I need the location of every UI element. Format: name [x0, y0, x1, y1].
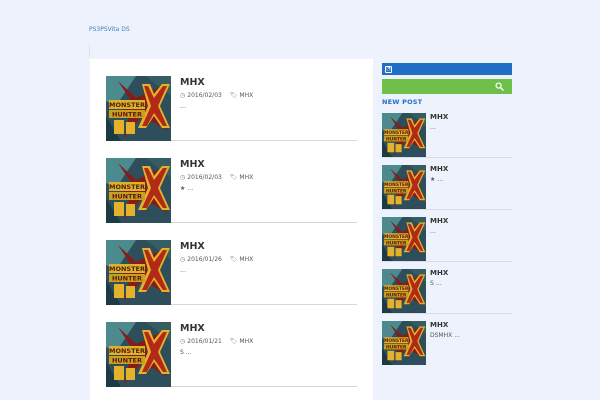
new-post-excerpt: DSMHX …: [430, 332, 461, 339]
article-list: MHX ◷ 2016/02/03 🏷 MHX … MHX ◷ 2016/02/03 🏷…: [90, 59, 373, 400]
article-excerpt: ★ …: [180, 185, 194, 192]
article-tag-link[interactable]: MHX: [239, 338, 253, 345]
article-title-link[interactable]: MHX: [180, 77, 205, 88]
article-date: 2016/02/03: [187, 174, 222, 181]
article-thumbnail[interactable]: [106, 76, 171, 141]
new-post-title-link[interactable]: MHX: [430, 321, 448, 329]
new-post-excerpt: …: [430, 124, 436, 131]
new-post-thumbnail[interactable]: [382, 269, 426, 313]
tag-icon: 🏷: [229, 174, 238, 181]
new-post-item: MHX ★ …: [382, 165, 512, 210]
article-thumbnail[interactable]: [106, 322, 171, 387]
article-meta: ◷ 2016/01/21 🏷 MHX: [180, 338, 253, 345]
clock-icon: ◷: [180, 92, 186, 99]
article-excerpt: …: [180, 267, 186, 274]
new-post-item: MHX …: [382, 113, 512, 158]
site-title-link[interactable]: PS3PSVita DS: [89, 26, 130, 33]
new-post-thumbnail[interactable]: [382, 165, 426, 209]
new-post-excerpt: …: [430, 228, 436, 235]
article-thumbnail[interactable]: [106, 158, 171, 223]
article-excerpt: S …: [180, 349, 192, 356]
clock-icon: ◷: [180, 256, 186, 263]
article-thumbnail[interactable]: [106, 240, 171, 305]
new-post-title-link[interactable]: MHX: [430, 113, 448, 121]
tag-icon: 🏷: [229, 92, 238, 99]
article-date: 2016/01/21: [187, 338, 222, 345]
article-card: MHX ◷ 2016/01/21 🏷 MHX S …: [106, 305, 357, 387]
tag-icon: 🏷: [229, 338, 238, 345]
article-tag-link[interactable]: MHX: [239, 174, 253, 181]
new-post-item: MHX DSMHX …: [382, 321, 512, 366]
new-post-heading: NEW POST: [382, 98, 423, 106]
article-excerpt: …: [180, 103, 186, 110]
article-card: MHX ◷ 2016/02/03 🏷 MHX ★ …: [106, 141, 357, 223]
header-divider: [89, 44, 90, 57]
new-post-thumbnail[interactable]: [382, 217, 426, 261]
new-post-item: MHX …: [382, 217, 512, 262]
rss-feed-button[interactable]: ◔: [382, 63, 512, 75]
new-post-title-link[interactable]: MHX: [430, 165, 448, 173]
article-meta: ◷ 2016/02/03 🏷 MHX: [180, 92, 253, 99]
article-date: 2016/01/26: [187, 256, 222, 263]
article-meta: ◷ 2016/02/03 🏷 MHX: [180, 174, 253, 181]
article-card: MHX ◷ 2016/01/26 🏷 MHX …: [106, 223, 357, 305]
rss-icon: ◔: [385, 65, 392, 73]
article-card: MHX ◷ 2016/02/03 🏷 MHX …: [106, 59, 357, 141]
article-tag-link[interactable]: MHX: [239, 256, 253, 263]
clock-icon: ◷: [180, 174, 186, 181]
new-post-thumbnail[interactable]: [382, 113, 426, 157]
new-post-excerpt: ★ …: [430, 176, 444, 183]
clock-icon: ◷: [180, 338, 186, 345]
new-post-excerpt: S …: [430, 280, 442, 287]
new-post-thumbnail[interactable]: [382, 321, 426, 365]
article-meta: ◷ 2016/01/26 🏷 MHX: [180, 256, 253, 263]
article-title-link[interactable]: MHX: [180, 159, 205, 170]
new-post-item: MHX S …: [382, 269, 512, 314]
tag-icon: 🏷: [229, 256, 238, 263]
search-box[interactable]: [382, 79, 512, 94]
article-tag-link[interactable]: MHX: [239, 92, 253, 99]
article-title-link[interactable]: MHX: [180, 241, 205, 252]
new-post-title-link[interactable]: MHX: [430, 269, 448, 277]
search-icon[interactable]: [495, 82, 504, 91]
new-post-title-link[interactable]: MHX: [430, 217, 448, 225]
article-title-link[interactable]: MHX: [180, 323, 205, 334]
article-date: 2016/02/03: [187, 92, 222, 99]
site-header: PS3PSVita DS: [0, 0, 600, 58]
